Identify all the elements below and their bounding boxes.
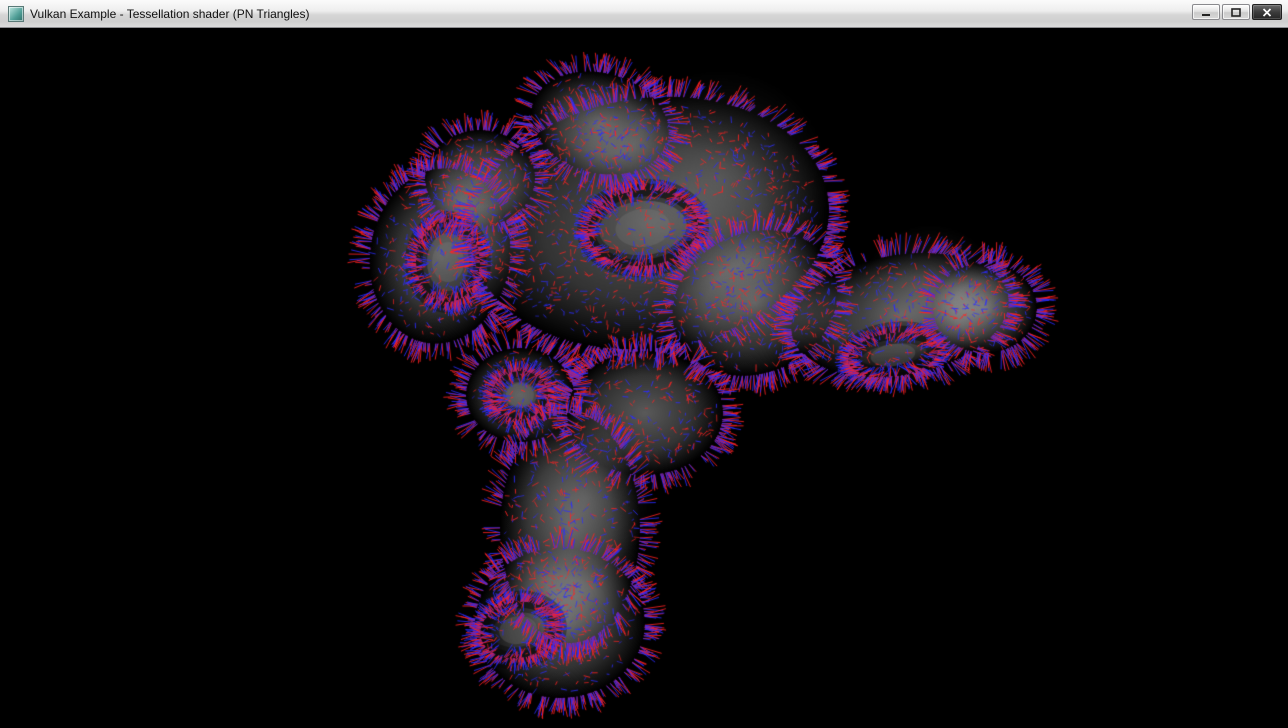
- title-bar[interactable]: Vulkan Example - Tessellation shader (PN…: [0, 0, 1288, 28]
- render-viewport[interactable]: [0, 28, 1288, 728]
- maximize-icon: [1231, 8, 1241, 17]
- minimize-button[interactable]: [1192, 4, 1220, 20]
- window-controls: [1192, 4, 1282, 20]
- app-icon[interactable]: [8, 6, 24, 22]
- close-icon: [1262, 8, 1272, 17]
- close-button[interactable]: [1252, 4, 1282, 20]
- app-window: Vulkan Example - Tessellation shader (PN…: [0, 0, 1288, 728]
- minimize-icon: [1201, 8, 1211, 17]
- vulkan-render-canvas[interactable]: [0, 28, 1288, 728]
- maximize-button[interactable]: [1222, 4, 1250, 20]
- window-title: Vulkan Example - Tessellation shader (PN…: [30, 6, 309, 21]
